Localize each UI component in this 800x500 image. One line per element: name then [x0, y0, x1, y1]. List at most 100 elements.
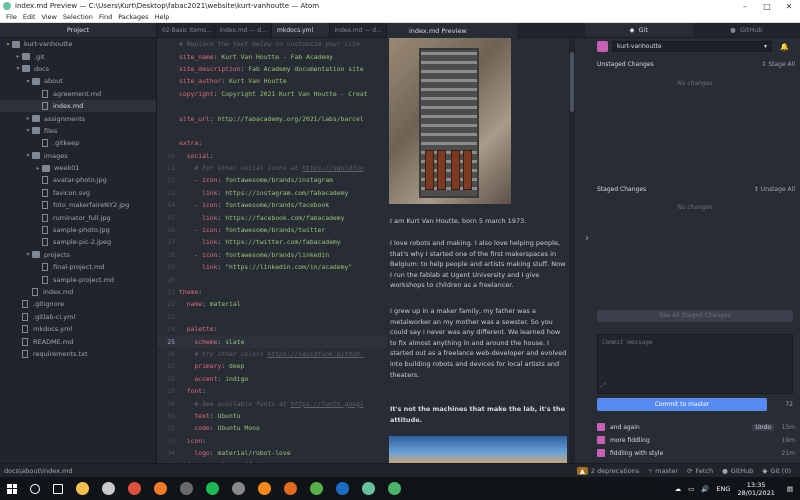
code-line[interactable]: copyright: Copyright 2021 Kurt Van Houtt… — [157, 88, 387, 100]
code-line[interactable]: 30 # See available fonts at https://font… — [157, 397, 387, 409]
code-line[interactable]: 29 font: — [157, 385, 387, 397]
tree-header[interactable]: Project — [0, 23, 156, 38]
undo-button[interactable]: Undo — [752, 423, 774, 431]
code-line[interactable]: 21 theme: — [157, 286, 387, 298]
code-line[interactable]: 28 accent: indigo — [157, 373, 387, 385]
menu-find[interactable]: Find — [99, 13, 112, 21]
notifications-icon[interactable]: ▤ — [787, 485, 793, 493]
tree-file[interactable]: final-project.md — [0, 261, 156, 273]
code-line[interactable]: 22 name: material — [157, 298, 387, 310]
code-line[interactable]: 34 logo: material/robot-love — [157, 447, 387, 459]
tree-folder[interactable]: ▾ about — [0, 75, 156, 87]
code-line[interactable]: site_url: http://fabacademy.org/2021/lab… — [157, 112, 387, 124]
code-line[interactable]: 11 # For other social icons at https://s… — [157, 162, 387, 174]
file-explorer-icon[interactable] — [76, 482, 89, 495]
code-line[interactable]: 13 link: https://instagram.com/fabacadem… — [157, 187, 387, 199]
close-button[interactable]: ✕ — [778, 2, 800, 11]
deprecations-badge[interactable]: ▲ 2 deprecations — [576, 466, 639, 475]
code-line[interactable]: 16 - icon: fontawesome/brands/twitter — [157, 224, 387, 236]
search-icon[interactable] — [30, 483, 40, 494]
github-status-button[interactable]: ● GitHub — [722, 467, 753, 475]
code-line[interactable]: 33 icon: — [157, 435, 387, 447]
recent-commit[interactable]: fiddling with style 21m — [597, 447, 795, 459]
preview-scrollbar[interactable] — [569, 38, 575, 463]
code-line[interactable]: site_description: Fab Academy documentat… — [157, 63, 387, 75]
atom-icon[interactable] — [362, 482, 375, 495]
code-line[interactable] — [157, 100, 387, 112]
chrome-icon[interactable] — [128, 482, 141, 495]
language-indicator[interactable]: ENG — [716, 485, 730, 493]
recent-commit[interactable]: more fiddling 19m — [597, 434, 795, 446]
menu-view[interactable]: View — [41, 13, 56, 21]
tree-folder[interactable]: ▸ .git — [0, 50, 156, 62]
menu-edit[interactable]: Edit — [23, 13, 36, 21]
start-icon[interactable] — [7, 483, 17, 494]
tree-folder[interactable]: ▾ files — [0, 125, 156, 137]
tree-file[interactable]: .gitkeep — [0, 137, 156, 149]
tree-file[interactable]: agreement.md — [0, 88, 156, 100]
code-line[interactable]: 27 primary: deep — [157, 360, 387, 372]
code-line[interactable]: 26 # try other colors https://squidfunk.… — [157, 348, 387, 360]
code-line[interactable]: # Replace the text below to customize yo… — [157, 38, 387, 50]
code-line[interactable]: 25 scheme: slate — [157, 335, 387, 348]
app-icon[interactable] — [232, 482, 245, 495]
code-line[interactable]: 20 — [157, 273, 387, 285]
network-icon[interactable]: ▭ — [688, 485, 694, 493]
commit-button[interactable]: Commit to master — [597, 398, 767, 411]
editor-tab[interactable]: 02-Basic Items... — [157, 23, 215, 37]
code-line[interactable]: extra: — [157, 137, 387, 149]
code-line[interactable]: 23 — [157, 311, 387, 323]
code-line[interactable]: 19 link: "https://linkedin.com/in/academ… — [157, 261, 387, 273]
editor-tab-active[interactable]: mkdocs.yml — [272, 23, 330, 37]
menu-selection[interactable]: Selection — [63, 13, 93, 21]
tree-folder[interactable]: ▸ assignments — [0, 112, 156, 124]
code-line[interactable]: 24 palette: — [157, 323, 387, 335]
recent-commit[interactable]: and again Undo 15m — [597, 421, 795, 433]
app-icon[interactable] — [180, 482, 193, 495]
bell-icon[interactable]: 🔔 — [780, 43, 789, 51]
task-view-icon[interactable] — [53, 483, 63, 494]
code-line[interactable]: site_name: Kurt Van Houtte - Fab Academy — [157, 50, 387, 62]
tree-file[interactable]: mkdocs.yml — [0, 323, 156, 335]
tree-file[interactable]: sample-photo.jpg — [0, 224, 156, 236]
tree-file[interactable]: ruminator_full.jpg — [0, 211, 156, 223]
tree-folder[interactable]: ▾ docs — [0, 63, 156, 75]
tree-file[interactable]: sample-project.md — [0, 273, 156, 285]
code-line[interactable]: 14 - icon: fontawesome/brands/facebook — [157, 199, 387, 211]
preview-tab[interactable]: index.md Preview — [387, 23, 517, 38]
see-all-staged-button[interactable]: See All Staged Changes — [597, 310, 793, 322]
code-line[interactable]: 10 social: — [157, 150, 387, 162]
app-icon[interactable] — [310, 482, 323, 495]
tree-file[interactable]: foto_makerfaireNY2.jpg — [0, 199, 156, 211]
spotify-icon[interactable] — [206, 482, 219, 495]
expand-icon[interactable]: ⤢ — [601, 382, 606, 390]
app-icon[interactable] — [388, 482, 401, 495]
code-line[interactable]: 15 link: https://facebook.com/fabacademy — [157, 211, 387, 223]
app-icon[interactable] — [102, 482, 115, 495]
tree-file[interactable]: index.md — [0, 99, 156, 113]
cloud-icon[interactable]: ☁ — [675, 485, 682, 493]
firefox-icon[interactable] — [154, 482, 167, 495]
git-status-button[interactable]: ◆ Git (0) — [762, 467, 791, 475]
menu-packages[interactable]: Packages — [118, 13, 148, 21]
code-editor[interactable]: # Replace the text below to customize yo… — [157, 38, 387, 463]
tree-file[interactable]: .gitlab-ci.yml — [0, 311, 156, 323]
repo-select[interactable]: kurt-vanhoutte ▾ — [612, 41, 772, 52]
code-line[interactable]: 32 code: Ubuntu Mono — [157, 422, 387, 434]
app-icon[interactable] — [284, 482, 297, 495]
unstage-all-button[interactable]: ↕ Unstage All — [754, 186, 795, 193]
tree-folder[interactable]: ▾ projects — [0, 249, 156, 261]
markdown-preview[interactable]: I am Kurt Van Houtte, born 5 march 1973.… — [387, 38, 585, 463]
tree-folder[interactable]: ▾ images — [0, 150, 156, 162]
tree-file[interactable]: README.md — [0, 335, 156, 347]
tree-folder[interactable]: ▾ kurt-vanhoutte — [0, 38, 156, 50]
code-line[interactable]: 31 text: Ubuntu — [157, 410, 387, 422]
tree-file[interactable]: avatar-photo.jpg — [0, 174, 156, 186]
git-tab[interactable]: ◆ Git — [585, 23, 693, 37]
tree-file[interactable]: sample-pic-2.jpeg — [0, 236, 156, 248]
commit-message-input[interactable]: Commit message ⤢ — [597, 334, 793, 394]
menu-file[interactable]: File — [6, 13, 17, 21]
tree-folder[interactable]: ▸ week01 — [0, 162, 156, 174]
branch-item[interactable]: ⑂ master — [648, 467, 678, 475]
code-line[interactable]: 12 - icon: fontawesome/brands/instagram — [157, 174, 387, 186]
